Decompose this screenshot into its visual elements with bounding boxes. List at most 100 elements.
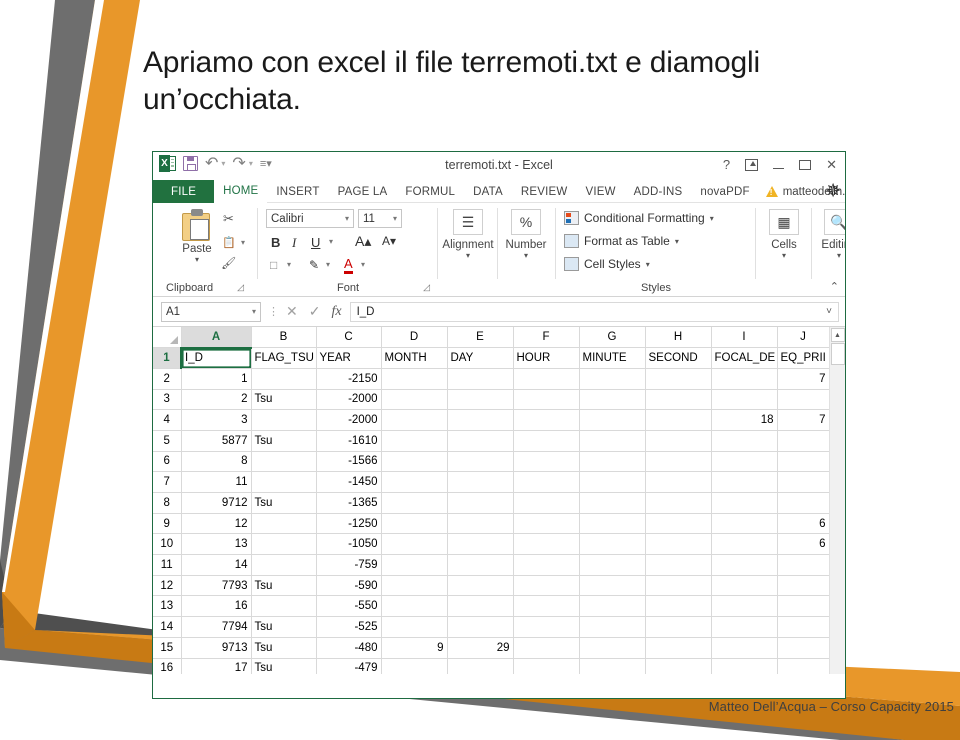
cell-b16[interactable]: Tsu	[251, 658, 317, 674]
select-all-corner[interactable]	[153, 327, 182, 349]
cell-i13[interactable]	[711, 595, 778, 618]
cell-g5[interactable]	[579, 430, 646, 452]
cell-c7[interactable]: -1450	[316, 471, 382, 493]
cell-c2[interactable]: -2150	[316, 368, 382, 390]
cell-a16[interactable]: 17	[181, 658, 252, 674]
fill-color-icon[interactable]: ✎	[309, 258, 319, 272]
cell-b6[interactable]	[251, 451, 317, 473]
tab-page-layout[interactable]: PAGE LA	[329, 180, 397, 203]
cell-b10[interactable]	[251, 533, 317, 556]
tab-data[interactable]: DATA	[464, 180, 512, 203]
cell-d14[interactable]	[381, 616, 448, 638]
cell-j6[interactable]	[777, 451, 830, 473]
cell-h2[interactable]	[645, 368, 712, 390]
tab-add-ins[interactable]: ADD-INS	[625, 180, 692, 203]
tab-file[interactable]: FILE	[153, 180, 215, 203]
column-header-h[interactable]: H	[645, 327, 712, 349]
cell-h6[interactable]	[645, 451, 712, 473]
cell-j5[interactable]	[777, 430, 830, 452]
cell-g14[interactable]	[579, 616, 646, 638]
spreadsheet-grid[interactable]: A B C D E F G H I J 1 I_D FLAG_TSU YEAR …	[153, 327, 845, 674]
cell-f7[interactable]	[513, 471, 580, 493]
cell-d11[interactable]	[381, 554, 448, 576]
cell-h3[interactable]	[645, 389, 712, 411]
table-row[interactable]: 4 3 -2000 18 7	[153, 409, 830, 431]
cell-a11[interactable]: 14	[181, 554, 252, 576]
cell-j4[interactable]: 7	[777, 409, 830, 431]
cell-g2[interactable]	[579, 368, 646, 390]
cell-d6[interactable]	[381, 451, 448, 473]
cell-i10[interactable]	[711, 533, 778, 556]
cell-c15[interactable]: -480	[316, 637, 382, 659]
cell-b3[interactable]: Tsu	[251, 389, 317, 411]
cell-h13[interactable]	[645, 595, 712, 618]
cell-h1[interactable]: SECOND	[645, 347, 712, 369]
number-dropdown-icon[interactable]: ▾	[498, 251, 554, 260]
cell-b14[interactable]: Tsu	[251, 616, 317, 638]
editing-button[interactable]: 🔍 Editing ▾	[811, 209, 845, 260]
vertical-scrollbar[interactable]: ▲	[829, 327, 845, 674]
copy-dropdown-icon[interactable]: ▾	[241, 238, 245, 247]
cell-c6[interactable]: -1566	[316, 451, 382, 473]
cell-g4[interactable]	[579, 409, 646, 431]
cell-g3[interactable]	[579, 389, 646, 411]
cell-b11[interactable]	[251, 554, 317, 576]
cell-c16[interactable]: -479	[316, 658, 382, 674]
borders-icon[interactable]: □	[270, 258, 277, 272]
cell-f12[interactable]	[513, 575, 580, 597]
cancel-icon[interactable]: ✕	[286, 303, 298, 320]
cell-a14[interactable]: 7794	[181, 616, 252, 638]
cut-scissors-icon[interactable]: ✂	[223, 211, 234, 227]
decrease-font-size-icon[interactable]: A▾	[382, 234, 396, 248]
column-header-e[interactable]: E	[447, 327, 514, 349]
cell-d9[interactable]	[381, 513, 448, 535]
cell-j11[interactable]	[777, 554, 830, 576]
table-row[interactable]: 11 14 -759	[153, 554, 830, 576]
collapse-ribbon-icon[interactable]: ⌃	[830, 280, 839, 293]
cell-g6[interactable]	[579, 451, 646, 473]
close-icon[interactable]: ✕	[826, 156, 837, 174]
conditional-formatting-button[interactable]: Conditional Formatting ▾	[564, 211, 714, 225]
row-header-8[interactable]: 8	[153, 492, 182, 514]
underline-dropdown-icon[interactable]: ▾	[329, 237, 333, 246]
cell-g13[interactable]	[579, 595, 646, 618]
cell-a3[interactable]: 2	[181, 389, 252, 411]
cell-f16[interactable]	[513, 658, 580, 674]
chevron-down-icon[interactable]: ▾	[345, 214, 349, 223]
table-row[interactable]: 9 12 -1250 6	[153, 513, 830, 535]
font-size-select[interactable]: 11 ▾	[358, 209, 402, 228]
cell-j7[interactable]	[777, 471, 830, 493]
cell-b15[interactable]: Tsu	[251, 637, 317, 659]
cell-h8[interactable]	[645, 492, 712, 514]
chevron-down-icon[interactable]: ▾	[252, 307, 256, 316]
cell-f3[interactable]	[513, 389, 580, 411]
cell-b12[interactable]: Tsu	[251, 575, 317, 597]
table-row[interactable]: 3 2 Tsu -2000	[153, 389, 830, 411]
cell-c5[interactable]: -1610	[316, 430, 382, 452]
number-button[interactable]: % Number ▾	[498, 209, 554, 260]
cell-j3[interactable]	[777, 389, 830, 411]
cell-a8[interactable]: 9712	[181, 492, 252, 514]
cell-a5[interactable]: 5877	[181, 430, 252, 452]
cell-f11[interactable]	[513, 554, 580, 576]
cell-i7[interactable]	[711, 471, 778, 493]
cell-c14[interactable]: -525	[316, 616, 382, 638]
cell-i11[interactable]	[711, 554, 778, 576]
cell-g11[interactable]	[579, 554, 646, 576]
font-dialog-launcher[interactable]: ◿	[423, 282, 430, 293]
cells-dropdown-icon[interactable]: ▾	[756, 251, 812, 260]
scroll-up-icon[interactable]: ▲	[830, 328, 845, 342]
row-header-5[interactable]: 5	[153, 430, 182, 452]
borders-dropdown-icon[interactable]: ▾	[287, 260, 291, 269]
column-header-b[interactable]: B	[251, 327, 317, 349]
cell-b5[interactable]: Tsu	[251, 430, 317, 452]
chevron-down-icon[interactable]: ▾	[646, 260, 650, 269]
cell-b9[interactable]	[251, 513, 317, 535]
paste-dropdown-icon[interactable]: ▾	[171, 255, 223, 264]
table-row[interactable]: 10 13 -1050 6	[153, 533, 830, 556]
cell-e7[interactable]	[447, 471, 514, 493]
cell-f15[interactable]	[513, 637, 580, 659]
cell-e16[interactable]	[447, 658, 514, 674]
cell-d5[interactable]	[381, 430, 448, 452]
cell-g16[interactable]	[579, 658, 646, 674]
